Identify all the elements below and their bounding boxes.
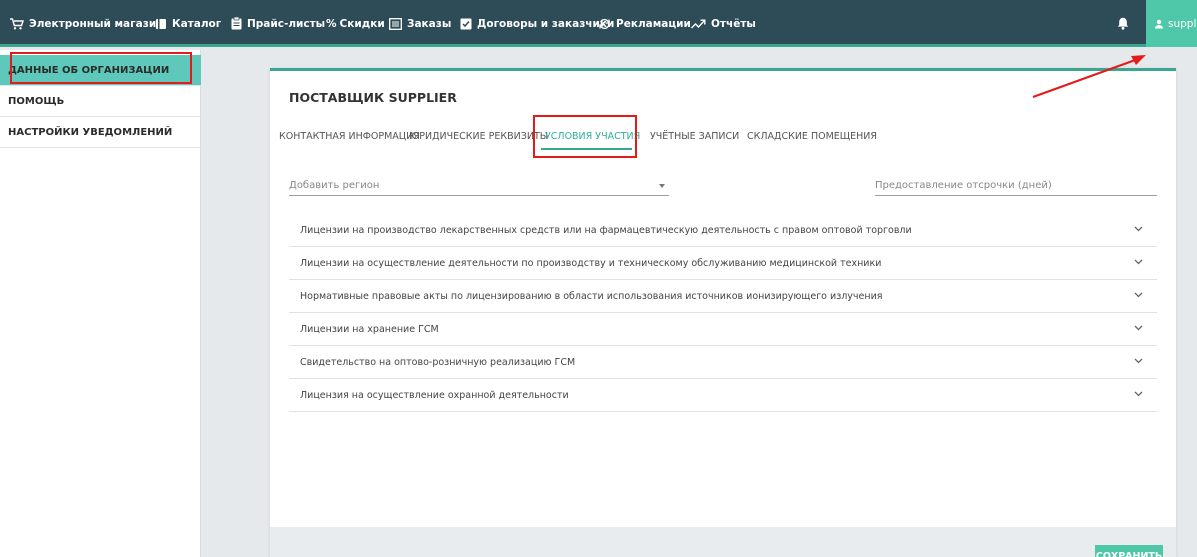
license-title: Лицензии на хранение ГСМ xyxy=(300,323,439,335)
license-accordion-item[interactable]: Нормативные правовые акты по лицензирова… xyxy=(289,280,1157,313)
deferral-placeholder: Предоставление отсрочки (дней) xyxy=(875,180,1052,191)
nav-complaints[interactable]: Рекламации xyxy=(598,0,691,47)
book-icon xyxy=(156,18,166,29)
chevron-down-icon xyxy=(1134,259,1143,265)
trend-icon xyxy=(691,19,706,28)
nav-label: Договоры и заказчики xyxy=(477,17,615,30)
tab-accounts[interactable]: УЧЁТНЫЕ ЗАПИСИ xyxy=(650,131,739,142)
organization-card: ПОСТАВЩИК SUPPLIER КОНТАКТНАЯ ИНФОРМАЦИЯ… xyxy=(270,68,1176,557)
nav-catalog[interactable]: Каталог xyxy=(155,0,221,47)
nav-discounts[interactable]: % Скидки xyxy=(326,0,385,47)
sidebar-item-notification-settings[interactable]: НАСТРОЙКИ УВЕДОМЛЕНИЙ xyxy=(0,117,201,148)
region-placeholder: Добавить регион xyxy=(289,180,380,191)
chevron-down-icon xyxy=(1134,226,1143,232)
list-icon xyxy=(389,17,402,30)
license-accordion-item[interactable]: Лицензия на осуществление охранной деяте… xyxy=(289,379,1157,412)
tab-contact-info[interactable]: КОНТАКТНАЯ ИНФОРМАЦИЯ xyxy=(279,131,420,142)
license-accordion-item[interactable]: Лицензии на осуществление деятельности п… xyxy=(289,247,1157,280)
nav-label: Заказы xyxy=(407,17,452,30)
sidebar-item-organization-data[interactable]: ДАННЫЕ ОБ ОРГАНИЗАЦИИ xyxy=(0,55,201,86)
license-accordion-item[interactable]: Лицензии на производство лекарственных с… xyxy=(289,214,1157,247)
chevron-down-icon xyxy=(1134,391,1143,397)
nav-label: Электронный магазин xyxy=(29,17,164,30)
active-tab-indicator xyxy=(541,148,632,150)
nav-label: Прайс-листы xyxy=(247,17,326,30)
chevron-down-icon xyxy=(1134,325,1143,331)
license-title: Лицензии на осуществление деятельности п… xyxy=(300,257,882,269)
nav-contracts[interactable]: Договоры и заказчики xyxy=(460,0,614,47)
user-menu-button[interactable]: supplier xyxy=(1146,0,1197,47)
user-icon xyxy=(1154,19,1164,28)
region-select[interactable]: Добавить регион xyxy=(289,180,669,196)
card-footer: СОХРАНИТЬ xyxy=(270,527,1176,557)
license-title: Нормативные правовые акты по лицензирова… xyxy=(300,290,883,302)
nav-label: Каталог xyxy=(172,17,222,30)
nav-label: Отчёты xyxy=(711,17,756,30)
annotation-arrow-icon xyxy=(1032,55,1146,99)
sidebar-item-label: ПОМОЩЬ xyxy=(8,95,65,107)
deferral-days-input[interactable]: Предоставление отсрочки (дней) xyxy=(875,180,1157,196)
save-button[interactable]: СОХРАНИТЬ xyxy=(1095,545,1163,557)
notifications-button[interactable] xyxy=(1117,0,1129,47)
sidebar-item-label: ДАННЫЕ ОБ ОРГАНИЗАЦИИ xyxy=(8,64,170,76)
chevron-down-icon xyxy=(1134,292,1143,298)
tab-participation-terms[interactable]: УСЛОВИЯ УЧАСТИЯ xyxy=(545,131,640,142)
nav-label: Скидки xyxy=(339,17,385,30)
percent-icon: % xyxy=(326,17,337,30)
license-accordion-item[interactable]: Лицензии на хранение ГСМ xyxy=(289,313,1157,346)
nav-reports[interactable]: Отчёты xyxy=(691,0,756,47)
license-accordion-item[interactable]: Свидетельство на оптово-розничную реализ… xyxy=(289,346,1157,379)
tab-warehouses[interactable]: СКЛАДСКИЕ ПОМЕЩЕНИЯ xyxy=(747,131,877,142)
page-title: ПОСТАВЩИК SUPPLIER xyxy=(289,90,457,105)
nav-electronic-store[interactable]: Электронный магазин xyxy=(10,0,163,47)
caret-down-icon xyxy=(659,184,665,188)
top-navigation-bar: Электронный магазин Каталог Прайс-листы … xyxy=(0,0,1197,47)
user-name: supplier xyxy=(1168,17,1197,30)
cart-icon xyxy=(10,17,24,29)
chevron-down-icon xyxy=(1134,358,1143,364)
nav-orders[interactable]: Заказы xyxy=(389,0,451,47)
tab-legal-details[interactable]: ЮРИДИЧЕСКИЕ РЕКВИЗИТЫ xyxy=(409,131,548,142)
bell-icon xyxy=(1117,17,1129,30)
sidebar-item-help[interactable]: ПОМОЩЬ xyxy=(0,86,201,117)
sidebar-item-label: НАСТРОЙКИ УВЕДОМЛЕНИЙ xyxy=(8,126,173,138)
sidebar: ДАННЫЕ ОБ ОРГАНИЗАЦИИ ПОМОЩЬ НАСТРОЙКИ У… xyxy=(0,50,201,557)
license-title: Лицензии на производство лекарственных с… xyxy=(300,224,912,236)
nav-label: Рекламации xyxy=(616,17,691,30)
refresh-icon xyxy=(599,18,610,29)
clipboard-icon xyxy=(231,17,242,30)
license-title: Лицензия на осуществление охранной деяте… xyxy=(300,389,569,401)
nav-price-lists[interactable]: Прайс-листы xyxy=(231,0,325,47)
license-title: Свидетельство на оптово-розничную реализ… xyxy=(300,356,576,368)
check-clipboard-icon xyxy=(460,18,472,30)
